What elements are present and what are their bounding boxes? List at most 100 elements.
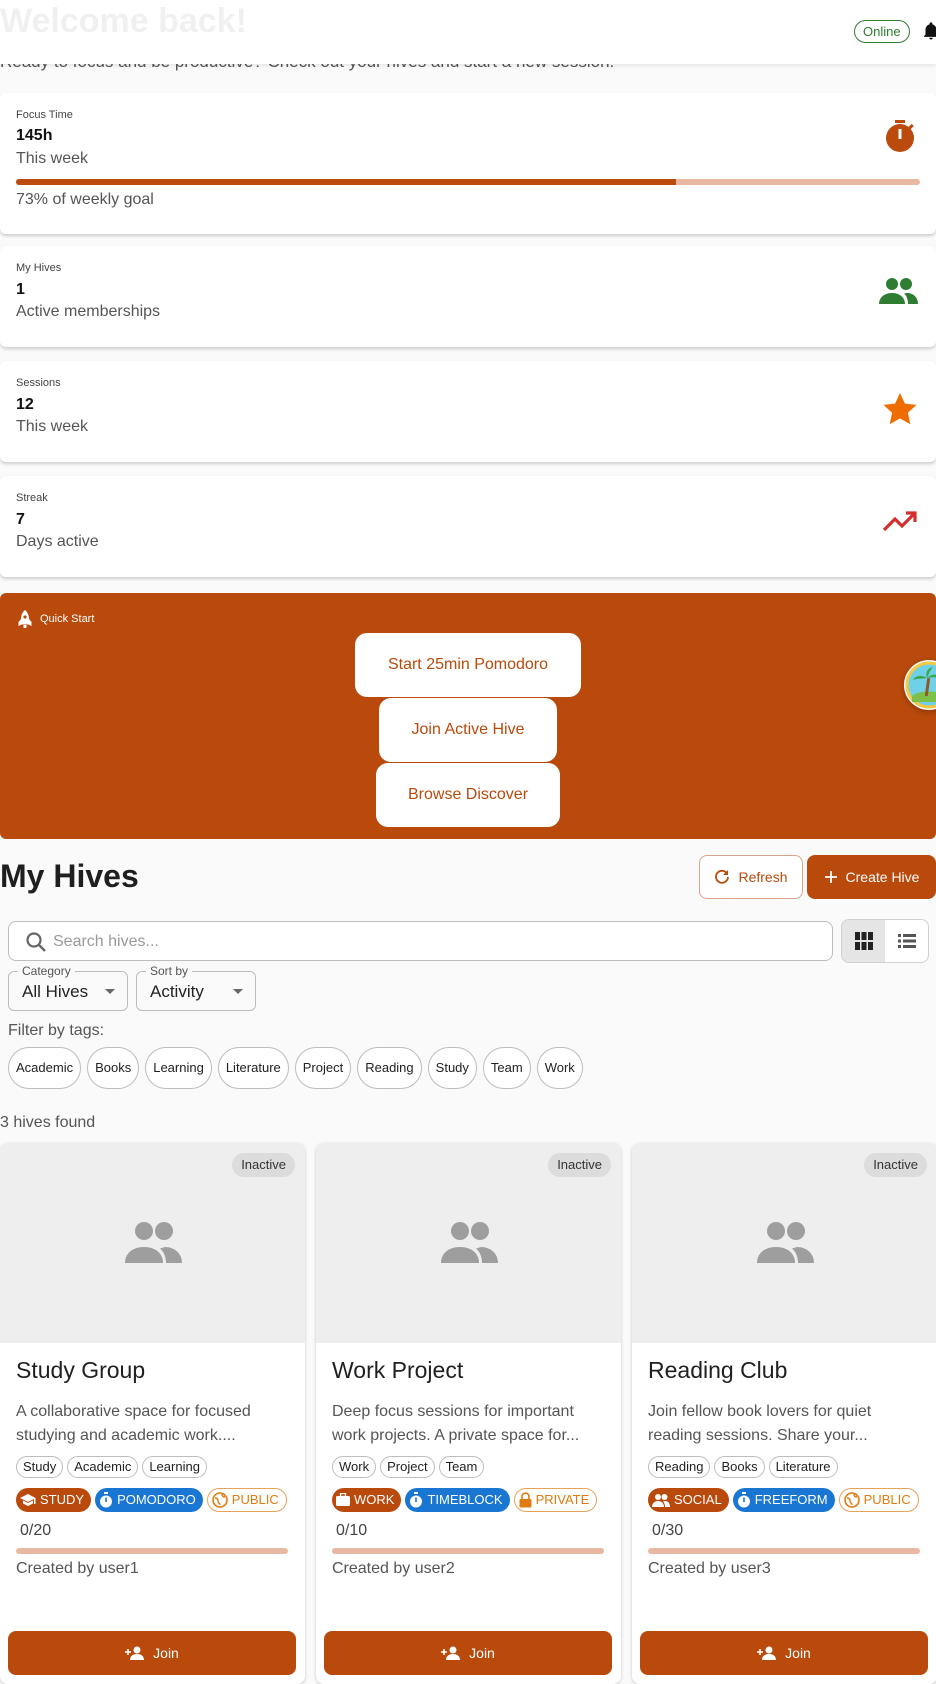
hive-description: Deep focus sessions for important work p… [332,1400,607,1448]
hive-tag: Academic [67,1456,139,1478]
chevron-down-icon [233,989,243,994]
lock-icon [519,1492,532,1508]
join-hive-button[interactable]: Join [8,1631,296,1675]
hive-type-badge: STUDY [16,1488,92,1512]
hive-description-line: Deep focus sessions for important [332,1403,574,1420]
group-placeholder-icon [125,1222,182,1263]
focus-time-sub: This week [16,150,89,167]
globe-icon [211,1492,228,1508]
grid-view-button[interactable] [842,920,885,962]
hive-description: Join fellow book lovers for quiet readin… [648,1400,923,1448]
category-select[interactable]: Category All Hives [8,964,128,1011]
online-status-badge: Online [854,20,910,43]
app-page: Welcome back! Online Ready to focus and … [0,0,936,1684]
person-add-icon [441,1646,461,1660]
tag-filter-chip[interactable]: Literature [217,1047,289,1089]
join-active-hive-button[interactable]: Join Active Hive [379,698,557,762]
tag-filter-chip[interactable]: Study [427,1047,477,1089]
create-hive-label: Create Hive [845,869,920,885]
search-input[interactable] [53,930,813,954]
streak-sub: Days active [16,533,99,550]
view-toggle [841,919,929,963]
hive-tag: Work [332,1456,377,1478]
notification-bell-icon[interactable] [924,22,936,40]
search-field[interactable] [8,921,833,961]
hive-tag-list: Study Academic Learning [16,1456,207,1478]
weekly-goal-progress-bar [16,179,920,185]
hive-privacy-label: PRIVATE [535,1492,590,1507]
tag-filter-chip[interactable]: Books [87,1047,140,1089]
search-icon [26,932,46,952]
hive-timer-label: TIMEBLOCK [427,1492,503,1507]
start-pomodoro-button[interactable]: Start 25min Pomodoro [355,633,581,697]
hive-timer-label: POMODORO [117,1492,196,1507]
hive-tag-list: Work Project Team [332,1456,485,1478]
weekly-goal-text: 73% of weekly goal [16,191,154,208]
quick-start-title: Quick Start [40,613,95,625]
sessions-card: Sessions 12 This week [0,361,936,462]
tag-filter-chip[interactable]: Project [294,1047,352,1089]
hive-card-work-project[interactable]: Inactive Work Project Deep focus session… [316,1143,621,1684]
hive-card-reading-club[interactable]: Inactive Reading Club Join fellow book l… [632,1143,936,1684]
timer-icon [410,1492,423,1508]
hive-creator: Created by user2 [332,1560,455,1577]
tag-filter-chip[interactable]: Team [482,1047,531,1089]
hive-creator: Created by user3 [648,1560,771,1577]
hive-tag: Reading [648,1456,711,1478]
create-hive-button[interactable]: Create Hive [807,855,936,899]
hive-description-line: A collaborative space for focused [16,1403,251,1420]
category-select-label: Category [18,964,75,978]
join-label: Join [469,1645,495,1661]
person-add-icon [757,1646,777,1660]
hive-status-badge: Inactive [232,1153,295,1177]
my-hives-card: My Hives 1 Active memberships [0,246,936,347]
hive-description-line: studying and academic work.... [16,1427,236,1444]
hive-privacy-badge: PRIVATE [513,1488,598,1512]
sort-by-select[interactable]: Sort by Activity [136,964,256,1011]
refresh-button[interactable]: Refresh [699,855,803,899]
category-select-value: All Hives [22,982,89,1001]
hive-card-study-group[interactable]: Inactive Study Group A collaborative spa… [0,1143,305,1684]
streak-value: 7 [16,511,25,528]
browse-discover-button[interactable]: Browse Discover [376,763,560,827]
hive-tag: Learning [142,1456,207,1478]
tag-filter-chip[interactable]: Learning [145,1047,212,1089]
group-placeholder-icon [757,1222,814,1263]
list-view-icon [897,934,916,948]
hives-found-count: 3 hives found [0,1114,96,1131]
refresh-label: Refresh [738,869,788,885]
hive-tag-list: Reading Books Literature [648,1456,838,1478]
streak-label: Streak [16,492,48,504]
person-add-icon [125,1646,145,1660]
hive-badges: SOCIAL FREEFORM PUBLIC [648,1488,919,1512]
top-app-bar: Welcome back! Online [0,0,936,64]
hive-tag: Project [380,1456,435,1478]
hive-tag: Literature [768,1456,838,1478]
tag-filter-chip[interactable]: Academic [8,1047,82,1089]
hive-creator: Created by user1 [16,1560,139,1577]
timer-icon [737,1492,750,1508]
hive-timer-badge: TIMEBLOCK [405,1488,510,1512]
hive-member-count: 0/20 [20,1522,52,1539]
quick-start-header: Quick Start [16,609,94,629]
hive-status-badge: Inactive [864,1153,927,1177]
hive-member-count: 0/30 [652,1522,684,1539]
tag-filter-list: Academic Books Learning Literature Proje… [8,1047,583,1089]
join-hive-button[interactable]: Join [324,1631,612,1675]
quick-start-panel: Quick Start Start 25min Pomodoro Join Ac… [0,593,936,839]
hive-description-line: reading sessions. Share your... [648,1427,868,1444]
hive-privacy-badge: PUBLIC [838,1488,919,1512]
hive-capacity-bar [332,1548,604,1554]
streak-card: Streak 7 Days active [0,476,936,577]
briefcase-icon [336,1493,350,1506]
hive-card-media: Inactive [316,1143,621,1343]
hive-type-badge: SOCIAL [648,1488,729,1512]
focus-time-card: Focus Time 145h This week 73% of weekly … [0,93,936,234]
sort-by-select-label: Sort by [146,964,193,978]
hive-title: Reading Club [648,1357,788,1383]
join-hive-button[interactable]: Join [640,1631,928,1675]
star-icon [883,393,917,425]
tag-filter-chip[interactable]: Work [536,1047,583,1089]
list-view-button[interactable] [885,920,928,962]
tag-filter-chip[interactable]: Reading [357,1047,422,1089]
